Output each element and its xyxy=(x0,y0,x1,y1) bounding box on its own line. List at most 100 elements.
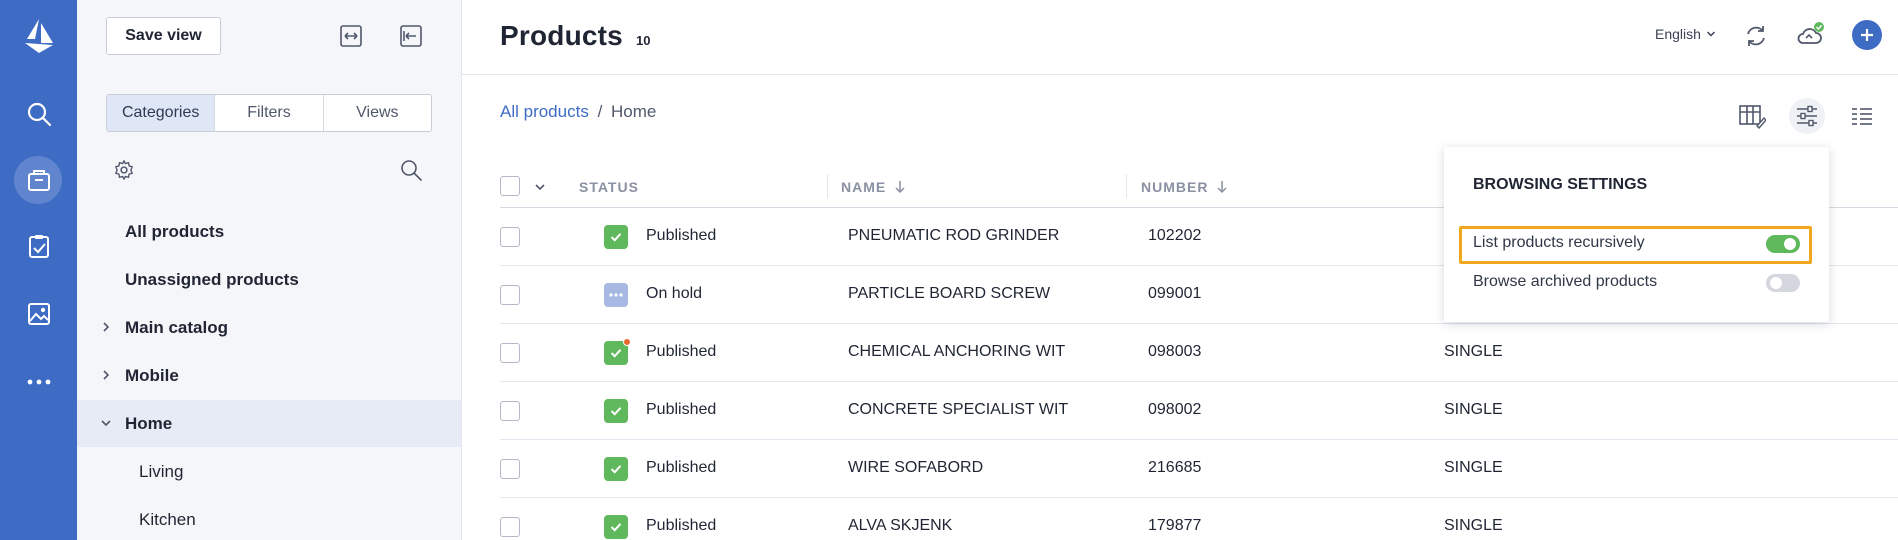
column-separator[interactable] xyxy=(827,174,828,198)
logo-icon[interactable] xyxy=(0,8,77,64)
published-alert-status-icon xyxy=(604,338,631,365)
row-checkbox[interactable] xyxy=(500,285,520,305)
toggle-knob xyxy=(1784,238,1796,250)
tab-views[interactable]: Views xyxy=(322,95,431,131)
status-label: Published xyxy=(646,401,717,418)
table-row[interactable]: Published WIRE SOFABORD 216685 SINGLE xyxy=(500,441,1898,498)
save-view-button[interactable]: Save view xyxy=(106,17,221,55)
list-recursively-label: List products recursively xyxy=(1473,234,1645,251)
tasks-icon[interactable] xyxy=(0,218,77,274)
status-label: Published xyxy=(646,517,717,534)
product-number: 098003 xyxy=(1148,343,1202,360)
list-view-icon[interactable] xyxy=(1844,98,1880,134)
browsing-settings-popup: BROWSING SETTINGS List products recursiv… xyxy=(1444,147,1829,322)
page-title: Products xyxy=(500,20,623,51)
published-status-icon xyxy=(604,457,628,481)
row-checkbox[interactable] xyxy=(500,227,520,247)
row-checkbox[interactable] xyxy=(500,459,520,479)
product-name[interactable]: PARTICLE BOARD SCREW xyxy=(848,285,1050,303)
tree-item-mobile[interactable]: Mobile xyxy=(77,352,461,399)
product-number: 179877 xyxy=(1148,517,1202,534)
toggle-knob xyxy=(1770,277,1782,289)
tab-filters[interactable]: Filters xyxy=(214,95,322,131)
edit-columns-icon[interactable] xyxy=(1734,98,1770,134)
language-label: English xyxy=(1655,26,1701,42)
gear-icon[interactable] xyxy=(110,156,138,184)
status-label: Published xyxy=(646,459,717,476)
top-bar: Products 10 English xyxy=(462,0,1898,75)
popup-title: BROWSING SETTINGS xyxy=(1473,176,1648,193)
expand-width-icon[interactable] xyxy=(337,22,365,50)
status-label: Published xyxy=(646,343,717,360)
column-name[interactable]: NAME xyxy=(841,179,906,195)
search-icon[interactable] xyxy=(0,86,77,142)
category-search-icon[interactable] xyxy=(397,156,425,184)
category-panel: Save view Categories Filters Views All p… xyxy=(77,0,462,540)
plus-icon xyxy=(1861,29,1873,41)
browse-archived-label: Browse archived products xyxy=(1473,273,1658,290)
tree-item-living[interactable]: Living xyxy=(77,448,461,495)
product-number: 102202 xyxy=(1148,227,1202,244)
list-recursively-toggle[interactable] xyxy=(1766,235,1800,253)
chevron-down-icon xyxy=(1706,31,1715,37)
table-row[interactable]: Published ALVA SKJENK 179877 SINGLE xyxy=(500,499,1898,540)
alert-dot-icon xyxy=(623,338,631,346)
products-icon[interactable] xyxy=(0,152,77,208)
product-type: SINGLE xyxy=(1444,401,1503,418)
published-status-icon xyxy=(604,225,628,249)
breadcrumb-separator: / xyxy=(597,102,603,121)
product-name[interactable]: WIRE SOFABORD xyxy=(848,459,983,477)
select-all-checkbox[interactable] xyxy=(500,176,520,196)
chevron-right-icon[interactable] xyxy=(99,368,113,382)
app-rail xyxy=(0,0,77,540)
images-icon[interactable] xyxy=(0,286,77,342)
tree-item-kitchen[interactable]: Kitchen xyxy=(77,496,461,540)
language-selector[interactable]: English xyxy=(1655,26,1716,42)
published-status-icon xyxy=(604,515,628,539)
table-row[interactable]: Published CHEMICAL ANCHORING WIT 098003 … xyxy=(500,325,1898,382)
add-product-button[interactable] xyxy=(1852,20,1882,50)
product-name[interactable]: CONCRETE SPECIALIST WIT xyxy=(848,401,1068,419)
chevron-down-icon[interactable] xyxy=(99,416,113,430)
chevron-down-icon[interactable] xyxy=(534,181,546,193)
product-name[interactable]: PNEUMATIC ROD GRINDER xyxy=(848,227,1059,245)
browse-archived-toggle[interactable] xyxy=(1766,274,1800,292)
breadcrumb-all-products[interactable]: All products xyxy=(500,102,589,121)
product-number: 099001 xyxy=(1148,285,1202,302)
settings-sliders-icon[interactable] xyxy=(1789,98,1825,134)
status-label: Published xyxy=(646,227,717,244)
tree-item-home[interactable]: Home xyxy=(77,400,461,447)
sort-down-icon[interactable] xyxy=(894,180,906,194)
row-checkbox[interactable] xyxy=(500,401,520,421)
product-number: 216685 xyxy=(1148,459,1202,476)
tree-item-unassigned-products[interactable]: Unassigned products xyxy=(77,256,461,303)
tab-categories[interactable]: Categories xyxy=(107,95,215,131)
tree-item-main-catalog[interactable]: Main catalog xyxy=(77,304,461,351)
product-type: SINGLE xyxy=(1444,517,1503,534)
column-separator[interactable] xyxy=(1126,174,1127,198)
cloud-sync-icon[interactable] xyxy=(1792,18,1828,54)
column-status[interactable]: STATUS xyxy=(579,179,639,195)
chevron-right-icon[interactable] xyxy=(99,320,113,334)
status-label: On hold xyxy=(646,285,703,302)
product-name[interactable]: ALVA SKJENK xyxy=(848,517,952,535)
refresh-icon[interactable] xyxy=(1738,18,1774,54)
product-name[interactable]: CHEMICAL ANCHORING WIT xyxy=(848,343,1065,361)
breadcrumb-current: Home xyxy=(611,102,657,121)
collapse-panel-icon[interactable] xyxy=(397,22,425,50)
tree-item-all-products[interactable]: All products xyxy=(77,208,461,255)
on-hold-status-icon xyxy=(604,283,628,307)
column-number[interactable]: NUMBER xyxy=(1141,179,1228,195)
breadcrumb: All products / Home xyxy=(500,102,656,122)
product-type: SINGLE xyxy=(1444,459,1503,476)
more-icon[interactable] xyxy=(0,354,77,410)
table-row[interactable]: Published CONCRETE SPECIALIST WIT 098002… xyxy=(500,383,1898,440)
sort-down-icon[interactable] xyxy=(1216,180,1228,194)
product-count: 10 xyxy=(636,33,651,48)
panel-tabs: Categories Filters Views xyxy=(106,94,432,132)
product-type: SINGLE xyxy=(1444,343,1503,360)
row-checkbox[interactable] xyxy=(500,517,520,537)
published-status-icon xyxy=(604,399,628,423)
product-number: 098002 xyxy=(1148,401,1202,418)
row-checkbox[interactable] xyxy=(500,343,520,363)
